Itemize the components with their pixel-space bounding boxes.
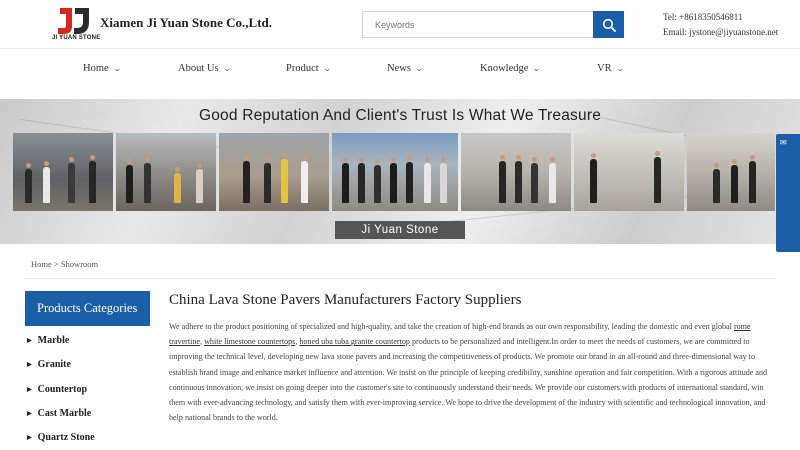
triangle-right-icon: ▶ — [27, 362, 32, 369]
breadcrumb-home-link[interactable]: Home — [31, 259, 52, 269]
nav-item-news[interactable]: News ⌄ — [387, 63, 424, 74]
category-item-cast-marble[interactable]: ▶ Cast Marble — [27, 408, 91, 419]
chevron-down-icon: ⌄ — [222, 64, 232, 73]
category-label: Granite — [37, 359, 71, 370]
main-navigation: Home ⌄ About Us ⌄ Product ⌄ News ⌄ Knowledge… — [0, 48, 800, 94]
site-header: JI YUAN STONE Xiamen Ji Yuan Stone Co.,L… — [0, 0, 800, 48]
chevron-down-icon: ⌄ — [322, 64, 332, 73]
breadcrumb-current: Showroom — [60, 259, 99, 269]
nav-item-home[interactable]: Home ⌄ — [83, 63, 122, 74]
contact-info: Tel: +8618350546811 Email: jystone@jiyua… — [663, 10, 778, 40]
divider — [25, 278, 775, 279]
category-item-granite[interactable]: ▶ Granite — [27, 359, 71, 370]
triangle-right-icon: ▶ — [27, 387, 32, 394]
search-button[interactable] — [593, 11, 624, 38]
breadcrumb: Home > Showroom — [31, 259, 98, 269]
banner-title: Good Reputation And Client's Trust Is Wh… — [198, 107, 602, 124]
triangle-right-icon: ▶ — [27, 411, 32, 418]
category-label: Countertop — [37, 384, 88, 395]
logo-caption: JI YUAN STONE — [52, 35, 101, 41]
description-text: We adhere to the product positioning of … — [169, 322, 734, 331]
search-input[interactable] — [362, 11, 594, 38]
category-item-quartz-stone[interactable]: ▶ Quartz Stone — [27, 432, 95, 443]
banner-label: Ji Yuan Stone — [335, 221, 465, 239]
email-address: Email: jystone@jiyuanstone.net — [663, 27, 779, 37]
nav-item-label: VR — [597, 63, 612, 74]
showroom-photo — [687, 133, 775, 211]
side-contact-tab[interactable]: ✉ — [776, 134, 800, 252]
showroom-photo — [461, 133, 571, 211]
triangle-right-icon: ▶ — [27, 338, 32, 345]
category-label: Marble — [37, 335, 70, 346]
nav-item-product[interactable]: Product ⌄ — [286, 63, 332, 74]
description-text: products to be personalized and intellig… — [169, 337, 768, 423]
showroom-photo — [574, 133, 684, 211]
nav-item-label: About Us — [178, 63, 219, 74]
nav-item-vr[interactable]: VR ⌄ — [597, 63, 625, 74]
page-title: China Lava Stone Pavers Manufacturers Fa… — [169, 292, 522, 308]
chevron-down-icon: ⌄ — [112, 64, 122, 73]
showroom-photo — [13, 133, 113, 211]
company-name[interactable]: Xiamen Ji Yuan Stone Co.,Ltd. — [100, 15, 272, 31]
chat-icon: ✉ — [780, 138, 787, 147]
showroom-photo — [116, 133, 216, 211]
category-label: Cast Marble — [37, 408, 92, 419]
chevron-down-icon: ⌄ — [615, 64, 625, 73]
chevron-down-icon: ⌄ — [532, 64, 542, 73]
nav-item-label: Home — [83, 63, 109, 74]
search-icon — [602, 18, 616, 32]
category-label: Quartz Stone — [37, 432, 95, 443]
hero-banner[interactable]: Good Reputation And Client's Trust Is Wh… — [0, 99, 800, 244]
triangle-right-icon: ▶ — [27, 435, 32, 442]
nav-item-label: Product — [286, 63, 319, 74]
showroom-photo — [219, 133, 329, 211]
categories-heading: Products Categories — [25, 291, 150, 326]
breadcrumb-separator: > — [53, 259, 59, 269]
category-item-countertop[interactable]: ▶ Countertop — [27, 384, 87, 395]
link-honed-uba-tuba-granite-countertop[interactable]: honed uba tuba granite countertop — [299, 337, 410, 346]
category-item-marble[interactable]: ▶ Marble — [27, 335, 69, 346]
nav-item-label: Knowledge — [480, 63, 529, 74]
page-description: We adhere to the product positioning of … — [169, 319, 779, 425]
company-logo-icon[interactable] — [56, 6, 92, 36]
showroom-photo — [332, 133, 458, 211]
phone-number: Tel: +8618350546811 — [663, 12, 743, 22]
chevron-down-icon: ⌄ — [414, 64, 424, 73]
nav-item-knowledge[interactable]: Knowledge ⌄ — [480, 63, 542, 74]
nav-item-about-us[interactable]: About Us ⌄ — [178, 63, 232, 74]
link-white-limestone-countertops[interactable]: white limestone countertops — [204, 337, 295, 346]
nav-item-label: News — [387, 63, 411, 74]
